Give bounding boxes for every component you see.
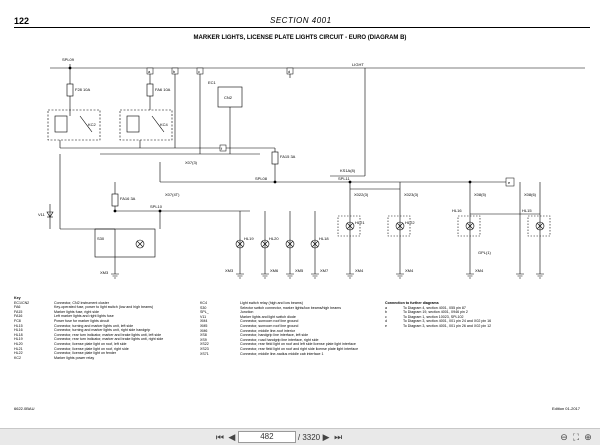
- header-rule: [14, 27, 590, 28]
- label-fuse-fa15: FA15 3A: [280, 154, 296, 159]
- label-s30: S30: [97, 236, 105, 241]
- legend-code: KC2: [14, 355, 21, 360]
- footer-doc-id: 6622.0BAU: [14, 406, 35, 411]
- label-ec1: EC1: [208, 80, 217, 85]
- label-hl21: HL21: [355, 220, 365, 225]
- legend-row: e To Diagram 3, section 4001, X01 pin 26 …: [385, 324, 590, 329]
- legend-code: XS71: [200, 351, 209, 356]
- label-xm3-a: XM3: [100, 270, 109, 275]
- label-xm4-b: XM4: [405, 268, 414, 273]
- label-xm4-a: XM4: [355, 268, 364, 273]
- label-xm3-b: XM3: [225, 268, 234, 273]
- label-fuse-fa16: FA16 3A: [120, 196, 136, 201]
- legend-col1: Key EC1/CN2 Connector, CN2 instrument clu…: [14, 296, 199, 360]
- label-cn2: CN2: [224, 95, 233, 100]
- label-hl20: HL20: [269, 236, 279, 241]
- next-page-icon[interactable]: ▶: [320, 431, 332, 443]
- terminal-c: c: [198, 69, 200, 74]
- label-fuse-fa6: FA6 10A: [155, 87, 171, 92]
- label-relay-kc4: KC4: [160, 122, 169, 127]
- page-number-input[interactable]: 482: [237, 431, 296, 443]
- label-hl16: HL16: [452, 208, 462, 213]
- legend-list-2: KC4 Light switch relay (high and low beam…: [200, 301, 380, 356]
- fullscreen-icon[interactable]: ⛶: [570, 431, 582, 443]
- last-page-icon[interactable]: ⏭: [332, 431, 344, 443]
- diagram-title: MARKER LIGHTS, LICENSE PLATE LIGHTS CIRC…: [193, 35, 407, 41]
- first-page-icon[interactable]: ⏮: [214, 431, 226, 443]
- label-x07-4t: X07(4T): [165, 192, 180, 197]
- legend-code: e: [385, 323, 387, 328]
- label-xm7: XM7: [320, 268, 329, 273]
- document-page: 122 SECTION 4001 MARKER LIGHTS, LICENSE …: [0, 0, 600, 428]
- label-x08-5: X08(5): [474, 192, 487, 197]
- label-hl18: HL18: [319, 236, 329, 241]
- legend-col3: Connection to further diagrams a To Diagr…: [385, 301, 590, 329]
- legend-col2: KC4 Light switch relay (high and low beam…: [200, 301, 380, 356]
- label-spl09: SPL09: [62, 57, 75, 62]
- label-spl08: SPL08: [255, 176, 268, 181]
- pdf-viewer-toolbar: ⏮ ◀ 482 / 3320 ▶ ⏭ ⊖ ⛶ ⊕: [0, 428, 600, 445]
- label-spl10: SPL10: [150, 204, 163, 209]
- legend-description: Selector switch connector, marker lights…: [240, 305, 342, 310]
- label-ks1a: KS1A(8): [340, 168, 356, 173]
- legend-list-3: a To Diagram 4, section 4001, X55 pin 87 b…: [385, 306, 590, 329]
- footer-edition: Edition 01-2017: [551, 406, 580, 411]
- legend-description: Connector, middle line-nadius middle cab…: [240, 351, 324, 356]
- label-x08-6: X08(6): [524, 192, 537, 197]
- legend-description: To Diagram 3, section 4001, X01 pin 26 a…: [403, 323, 492, 328]
- label-xm6: XM6: [270, 268, 279, 273]
- label-hl15: HL15: [522, 208, 532, 213]
- label-light: LIGHT: [352, 62, 364, 67]
- section-title: SECTION 4001: [270, 16, 332, 25]
- legend-list-1: EC1/CN2 Connector, CN2 instrument cluster…: [14, 301, 199, 361]
- label-spl11: SPL11: [338, 176, 350, 181]
- label-x023-3: X023(3): [404, 192, 419, 197]
- zoom-in-icon[interactable]: ⊕: [582, 431, 594, 443]
- label-x07-3: X07(3): [185, 160, 198, 165]
- label-hl22: HL22: [405, 220, 415, 225]
- label-fuse-f28: F28 10A: [75, 87, 90, 92]
- label-v11: V11: [38, 212, 46, 217]
- previous-page-icon[interactable]: ◀: [226, 431, 238, 443]
- page-number: 122: [14, 16, 30, 26]
- legend-row: XS71 Connector, middle line-nadius middle…: [200, 352, 380, 357]
- legend-row: KC2 Marker lights power relay: [14, 356, 199, 361]
- total-pages: / 3320: [297, 432, 321, 442]
- label-hl19: HL19: [244, 236, 254, 241]
- label-xm5: XM5: [295, 268, 304, 273]
- label-xm4-c: XM4: [475, 268, 484, 273]
- legend-description: Marker lights power relay: [54, 355, 95, 360]
- label-gpl1: GPL(1): [478, 250, 492, 255]
- label-x022-3: X022(3): [354, 192, 369, 197]
- terminal-d: d: [288, 69, 290, 74]
- wiring-diagram: SPL09 SPL08 SPL11 SPL10 F28 10A FA6 10A …: [38, 57, 585, 279]
- label-relay-kc2: KC2: [88, 122, 97, 127]
- zoom-out-icon[interactable]: ⊖: [558, 431, 570, 443]
